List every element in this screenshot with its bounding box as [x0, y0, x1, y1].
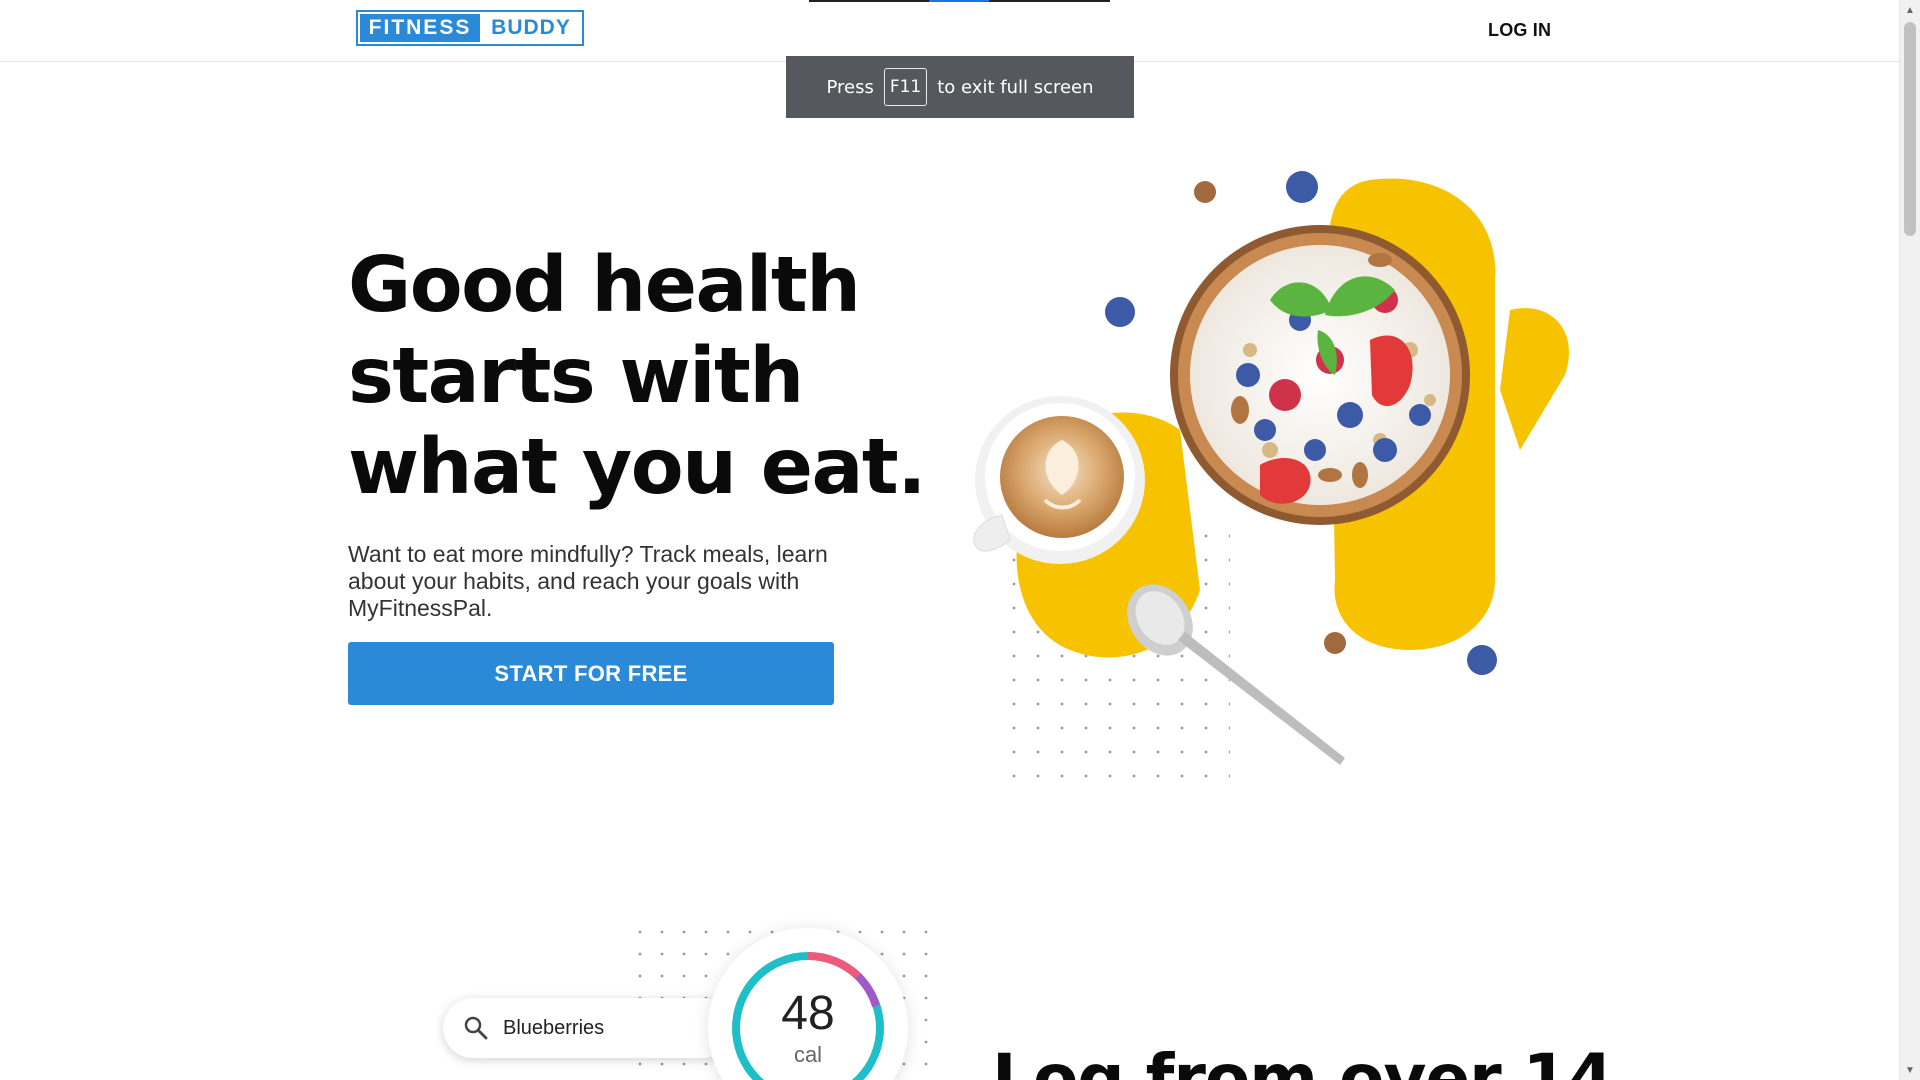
toast-press-text: Press: [826, 76, 874, 98]
login-link[interactable]: LOG IN: [1488, 20, 1551, 41]
fullscreen-exit-toast: Press F11 to exit full screen: [786, 56, 1134, 118]
section-heading: Log from over 14: [992, 1040, 1613, 1080]
breakfast-bowl-illustration: [973, 171, 1569, 780]
scrollbar-thumb[interactable]: [1904, 22, 1916, 236]
toast-suffix-text: to exit full screen: [937, 76, 1094, 98]
hero-subtext: Want to eat more mindfully? Track meals,…: [348, 541, 828, 621]
search-icon: [464, 1016, 488, 1040]
search-value: Blueberries: [503, 1016, 605, 1039]
logo-text-secondary: BUDDY: [491, 16, 571, 39]
start-for-free-button[interactable]: START FOR FREE: [348, 642, 834, 705]
page-scrollbar[interactable]: ▲ ▼: [1899, 0, 1920, 1080]
calorie-ring-card: 48 cal: [708, 928, 908, 1080]
hero-headline: Good health starts with what you eat.: [348, 240, 927, 513]
oatmeal-bowl: [1170, 225, 1470, 525]
toast-key-badge: F11: [883, 68, 928, 106]
headline-line: what you eat.: [348, 423, 927, 512]
fullscreen-indicator-bar: [809, 0, 1110, 2]
headline-line: Good health: [348, 241, 861, 330]
brand-logo[interactable]: FITNESS BUDDY: [356, 10, 584, 46]
coffee-cup-icon: [973, 396, 1145, 564]
food-search-input[interactable]: Blueberries: [443, 998, 733, 1058]
calorie-unit: cal: [793, 1042, 823, 1067]
calorie-value: 48: [781, 987, 835, 1040]
site-header: FITNESS BUDDY LOG IN: [0, 0, 1899, 62]
headline-line: starts with: [348, 332, 804, 421]
logo-text-primary: FITNESS: [360, 14, 480, 42]
scroll-down-arrow-icon[interactable]: ▼: [1900, 1060, 1920, 1080]
scroll-up-arrow-icon[interactable]: ▲: [1900, 0, 1920, 20]
